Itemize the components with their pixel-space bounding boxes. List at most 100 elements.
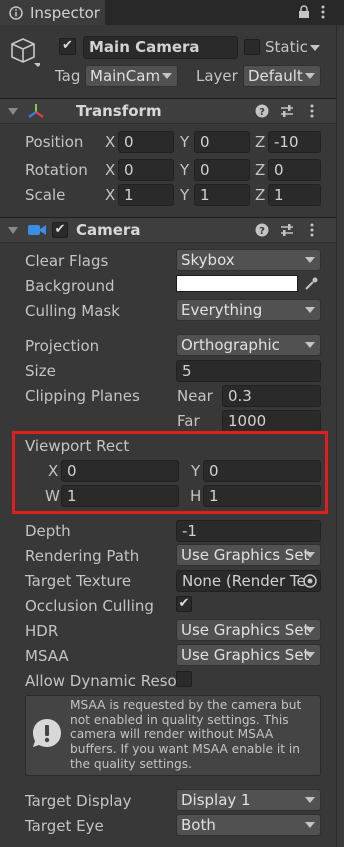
foldout-arrow-icon[interactable]	[8, 227, 18, 234]
svg-text:?: ?	[259, 226, 265, 237]
foldout-arrow-icon[interactable]	[8, 108, 18, 115]
hdr-value: Use Graphics Set	[181, 621, 310, 639]
target-display-label: Target Display	[25, 792, 132, 810]
component-menu-icon[interactable]	[309, 222, 315, 238]
more-menu-icon[interactable]	[320, 4, 326, 20]
occlusion-culling-checkbox[interactable]: ✔	[176, 596, 192, 612]
position-x-axis[interactable]: X	[105, 133, 115, 151]
viewport-y-field[interactable]: 0	[203, 460, 321, 482]
presets-icon[interactable]	[280, 104, 294, 118]
static-label[interactable]: Static	[265, 38, 308, 56]
viewport-h-field[interactable]: 1	[203, 485, 321, 507]
position-x-field[interactable]: 0	[118, 131, 174, 153]
allow-dynamic-res-checkbox[interactable]	[176, 671, 192, 687]
layer-dropdown[interactable]: Default	[243, 65, 321, 87]
clear-flags-dropdown[interactable]: Skybox	[176, 249, 321, 271]
static-dropdown-arrow-icon[interactable]	[310, 45, 320, 51]
viewport-x-field[interactable]: 0	[61, 460, 179, 482]
rendering-path-label: Rendering Path	[25, 547, 140, 565]
viewport-h-label[interactable]: H	[190, 487, 201, 505]
help-icon[interactable]: ?	[255, 104, 269, 118]
help-icon[interactable]: ?	[255, 223, 269, 237]
msaa-value: Use Graphics Set	[181, 646, 310, 664]
chevron-down-icon	[305, 627, 315, 633]
object-picker-icon[interactable]	[302, 573, 318, 589]
projection-dropdown[interactable]: Orthographic	[176, 334, 321, 356]
scale-x-axis[interactable]: X	[105, 186, 115, 204]
projection-value: Orthographic	[181, 336, 280, 354]
active-checkbox[interactable]: ✔	[59, 38, 76, 55]
projection-label: Projection	[25, 337, 100, 355]
scale-label: Scale	[25, 186, 66, 204]
rotation-y-field[interactable]: 0	[194, 159, 250, 181]
position-z-axis[interactable]: Z	[255, 133, 265, 151]
chevron-down-icon	[305, 307, 315, 313]
transform-axes-icon	[27, 102, 45, 120]
msaa-dropdown[interactable]: Use Graphics Set	[176, 644, 321, 666]
viewport-w-field[interactable]: 1	[61, 485, 179, 507]
viewport-y-label[interactable]: Y	[191, 462, 200, 480]
depth-field[interactable]: -1	[176, 520, 321, 542]
tag-dropdown[interactable]: MainCam	[85, 65, 178, 87]
depth-label: Depth	[25, 522, 71, 540]
scale-z-axis[interactable]: Z	[255, 186, 265, 204]
chevron-down-icon	[305, 652, 315, 658]
far-field[interactable]: 1000	[222, 410, 321, 432]
scale-x-field[interactable]: 1	[118, 184, 174, 206]
culling-mask-dropdown[interactable]: Everything	[176, 299, 321, 321]
camera-icon	[27, 222, 47, 238]
clear-flags-value: Skybox	[181, 251, 235, 269]
clipping-planes-label: Clipping Planes	[25, 387, 140, 405]
occlusion-culling-label: Occlusion Culling	[25, 597, 154, 615]
rendering-path-dropdown[interactable]: Use Graphics Set	[176, 544, 321, 566]
lock-icon[interactable]	[298, 5, 310, 19]
hdr-label: HDR	[25, 622, 59, 640]
presets-icon[interactable]	[280, 223, 294, 237]
size-label: Size	[25, 362, 56, 380]
rotation-label: Rotation	[25, 161, 88, 179]
size-field[interactable]: 5	[176, 360, 321, 382]
near-field[interactable]: 0.3	[222, 385, 321, 407]
target-texture-field[interactable]: None (Render Te	[176, 570, 321, 592]
near-label[interactable]: Near	[177, 387, 213, 405]
rotation-y-axis[interactable]: Y	[180, 161, 189, 179]
position-y-axis[interactable]: Y	[180, 133, 189, 151]
culling-mask-label: Culling Mask	[25, 302, 120, 320]
hdr-dropdown[interactable]: Use Graphics Set	[176, 619, 321, 641]
eyedropper-icon[interactable]	[303, 276, 319, 292]
rotation-z-axis[interactable]: Z	[255, 161, 265, 179]
scale-z-field[interactable]: 1	[268, 184, 321, 206]
culling-mask-value: Everything	[181, 301, 263, 319]
chevron-down-icon	[162, 73, 172, 79]
target-display-value: Display 1	[181, 791, 251, 809]
rotation-x-axis[interactable]: X	[105, 161, 115, 179]
warning-icon	[31, 717, 63, 749]
position-z-field[interactable]: -10	[268, 131, 321, 153]
viewport-w-label[interactable]: W	[45, 487, 60, 505]
scrollbar[interactable]	[336, 25, 344, 847]
tag-dropdown-value: MainCam	[90, 67, 161, 85]
target-eye-dropdown[interactable]: Both	[176, 814, 321, 836]
position-label: Position	[25, 133, 84, 151]
object-name-field[interactable]: Main Camera	[83, 36, 238, 59]
position-y-field[interactable]: 0	[194, 131, 250, 153]
chevron-down-icon	[305, 822, 315, 828]
background-color-swatch[interactable]	[176, 275, 298, 292]
far-label[interactable]: Far	[177, 412, 200, 430]
component-menu-icon[interactable]	[309, 103, 315, 119]
rotation-z-field[interactable]: 0	[268, 159, 321, 181]
static-checkbox[interactable]	[244, 39, 260, 55]
allow-dynamic-res-label: Allow Dynamic Reso	[25, 672, 177, 690]
gameobject-cube-icon[interactable]	[10, 36, 42, 68]
background-label: Background	[25, 277, 115, 295]
scale-y-field[interactable]: 1	[194, 184, 250, 206]
camera-enabled-checkbox[interactable]: ✔	[52, 222, 68, 238]
tag-label: Tag	[55, 67, 81, 85]
transform-title: Transform	[76, 102, 162, 120]
rotation-x-field[interactable]: 0	[118, 159, 174, 181]
target-display-dropdown[interactable]: Display 1	[176, 789, 321, 811]
scale-y-axis[interactable]: Y	[180, 186, 189, 204]
target-texture-label: Target Texture	[25, 572, 132, 590]
chevron-down-icon	[305, 552, 315, 558]
viewport-x-label[interactable]: X	[48, 462, 58, 480]
